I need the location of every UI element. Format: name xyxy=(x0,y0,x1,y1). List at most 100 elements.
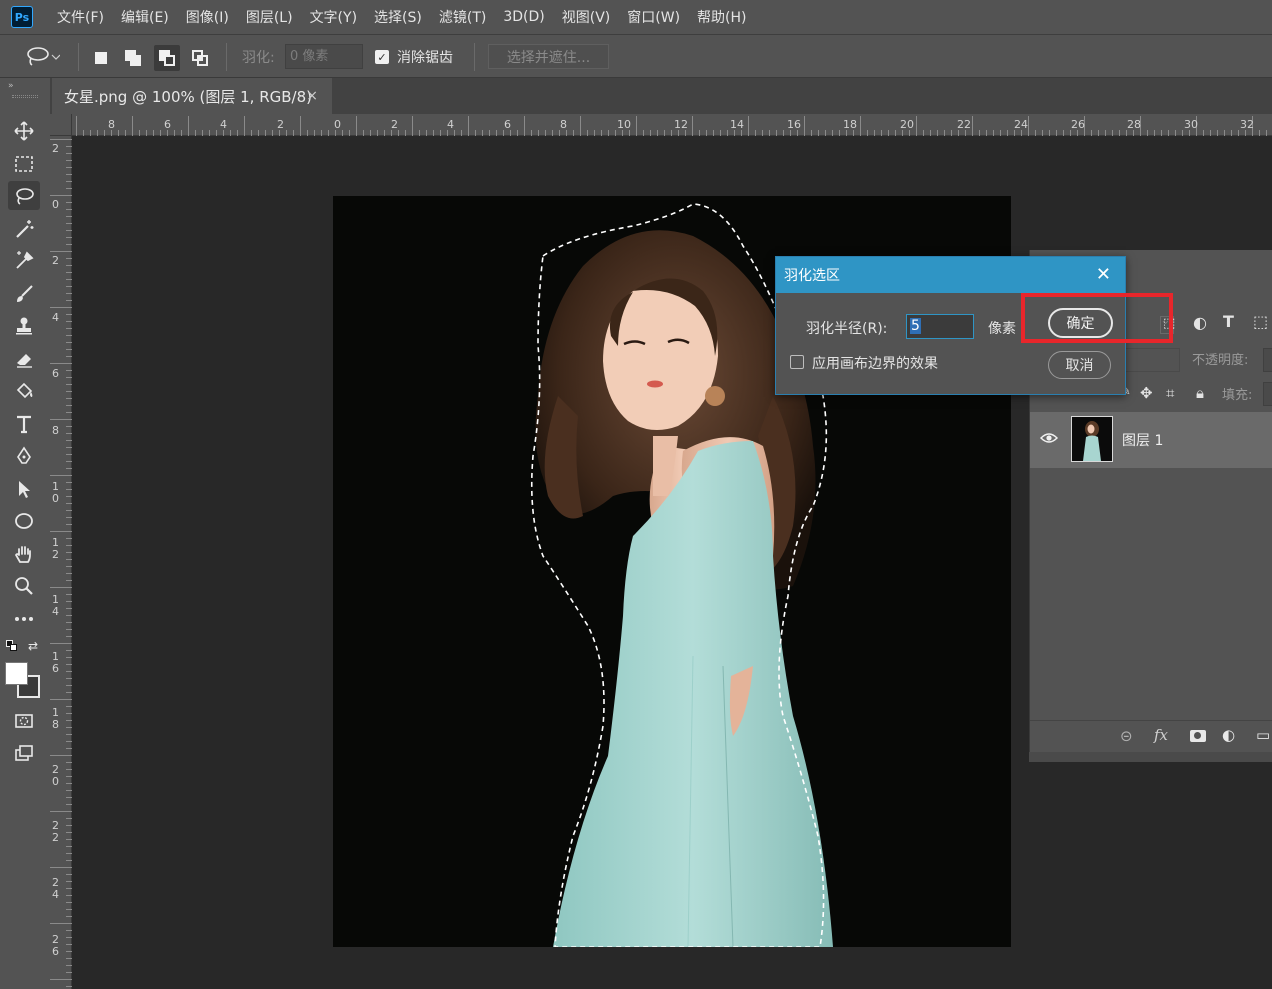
type-tool[interactable] xyxy=(8,409,40,438)
tool-preset-picker[interactable] xyxy=(22,35,60,79)
lock-all-icon[interactable]: 🔒︎ xyxy=(1196,384,1204,402)
ruler-tick xyxy=(66,965,72,966)
marquee-tool[interactable] xyxy=(8,149,40,178)
move-tool[interactable] xyxy=(8,116,40,145)
layer-thumbnail[interactable] xyxy=(1071,416,1113,462)
ruler-tick xyxy=(209,130,210,136)
ruler-tick xyxy=(587,130,588,136)
divider xyxy=(226,43,227,71)
dialog-titlebar[interactable]: 羽化选区 ✕ xyxy=(776,257,1125,293)
ruler-tick xyxy=(83,130,84,136)
grip-icon[interactable] xyxy=(12,95,38,98)
default-colors-icon[interactable] xyxy=(6,640,18,652)
ruler-tick xyxy=(66,601,72,602)
cancel-button[interactable]: 取消 xyxy=(1048,351,1111,379)
ruler-label: 24 xyxy=(1014,118,1028,131)
ruler-tick xyxy=(951,130,952,136)
quick-mask-button[interactable] xyxy=(8,706,40,735)
ellipse-tool[interactable] xyxy=(8,506,40,535)
menu-select[interactable]: 选择(S) xyxy=(374,7,422,27)
folder-icon[interactable]: ▭ xyxy=(1256,726,1270,744)
close-icon[interactable]: × xyxy=(306,88,318,104)
ruler-tick xyxy=(230,130,231,136)
ruler-tick xyxy=(727,130,728,136)
link-icon[interactable]: ⊝ xyxy=(1120,727,1133,745)
ruler-tick xyxy=(601,130,602,136)
close-icon[interactable]: ✕ xyxy=(1096,264,1111,285)
layer-name[interactable]: 图层 1 xyxy=(1122,430,1163,450)
opacity-input[interactable] xyxy=(1263,348,1272,372)
feather-input[interactable]: 0 像素 xyxy=(285,44,363,69)
horizontal-ruler[interactable]: 8 6 4 2 0 2 4 6 8 10 12 14 16 18 20 22 2… xyxy=(72,114,1272,136)
divider xyxy=(78,43,79,71)
menu-help[interactable]: 帮助(H) xyxy=(697,7,746,27)
stamp-tool[interactable] xyxy=(8,311,40,340)
pen-tool[interactable] xyxy=(8,441,40,470)
eyedropper-tool[interactable] xyxy=(8,245,40,274)
fill-input[interactable] xyxy=(1263,382,1272,406)
zoom-tool[interactable] xyxy=(8,571,40,600)
menu-3d[interactable]: 3D(D) xyxy=(503,9,544,25)
document-tab[interactable]: 女星.png @ 100% (图层 1, RGB/8) × xyxy=(52,78,332,114)
apply-canvas-edge-checkbox[interactable] xyxy=(790,355,804,369)
select-and-mask-button[interactable]: 选择并遮住... xyxy=(488,44,609,69)
new-selection-button[interactable] xyxy=(88,45,114,71)
smart-filter-icon[interactable]: ⬚ xyxy=(1253,312,1268,331)
adjustment-icon[interactable]: ◐ xyxy=(1222,726,1235,744)
type-filter-icon[interactable]: T xyxy=(1223,312,1234,331)
layer-row[interactable]: 图层 1 xyxy=(1030,412,1272,468)
add-selection-button[interactable] xyxy=(120,45,146,71)
menu-layer[interactable]: 图层(L) xyxy=(246,7,293,27)
foreground-color-swatch[interactable] xyxy=(5,662,28,685)
ruler-origin[interactable] xyxy=(50,114,72,136)
ruler-tick xyxy=(66,692,72,693)
eraser-tool[interactable] xyxy=(8,344,40,373)
collapse-icon[interactable]: » xyxy=(8,81,14,91)
ruler-tick xyxy=(265,130,266,136)
magic-wand-icon xyxy=(16,219,34,238)
lasso-tool[interactable] xyxy=(8,181,40,210)
screen-mode-button[interactable] xyxy=(8,738,40,767)
menu-type[interactable]: 文字(Y) xyxy=(310,7,357,27)
ruler-label: 4 xyxy=(52,311,59,324)
hand-tool[interactable] xyxy=(8,539,40,568)
magic-wand-tool[interactable] xyxy=(8,214,40,243)
panel-resize-handle[interactable] xyxy=(1029,752,1272,762)
more-tools-button[interactable] xyxy=(8,604,40,633)
eye-icon[interactable] xyxy=(1040,431,1058,445)
antialias-checkbox[interactable]: ✓ xyxy=(375,50,389,64)
menu-file[interactable]: 文件(F) xyxy=(57,7,104,27)
paint-bucket-tool[interactable] xyxy=(8,376,40,405)
ruler-tick xyxy=(66,685,72,686)
ruler-label: 18 xyxy=(52,706,59,731)
menu-filter[interactable]: 滤镜(T) xyxy=(439,7,486,27)
ruler-tick xyxy=(986,130,987,136)
menu-window[interactable]: 窗口(W) xyxy=(627,7,680,27)
mask-icon[interactable] xyxy=(1190,730,1206,742)
shape-filter-icon[interactable]: ◐ xyxy=(1193,313,1207,332)
ruler-tick xyxy=(1007,130,1008,136)
ruler-tick xyxy=(66,706,72,707)
brush-tool[interactable] xyxy=(8,279,40,308)
ruler-tick xyxy=(440,130,441,136)
fill-label: 填充: xyxy=(1222,388,1253,403)
swap-colors-icon[interactable]: ⇄ xyxy=(28,639,38,653)
feather-radius-input[interactable]: 5 xyxy=(906,314,974,339)
menu-edit[interactable]: 编辑(E) xyxy=(121,7,169,27)
menu-view[interactable]: 视图(V) xyxy=(562,7,611,27)
ruler-tick xyxy=(66,650,72,651)
screen-mode-icon xyxy=(15,744,33,761)
subtract-selection-button[interactable] xyxy=(154,45,180,71)
intersect-selection-button[interactable] xyxy=(187,45,213,71)
vertical-ruler[interactable]: 2 0 2 4 6 8 10 12 14 16 18 20 22 24 26 xyxy=(50,136,72,989)
menu-image[interactable]: 图像(I) xyxy=(186,7,229,27)
ruler-tick xyxy=(706,130,707,136)
lock-position-icon[interactable]: ✥ xyxy=(1140,384,1153,402)
blend-mode-select[interactable] xyxy=(1120,348,1180,372)
feather-radius-label: 羽化半径(R): xyxy=(806,321,888,337)
lock-artboard-icon[interactable]: ⌗ xyxy=(1166,384,1174,402)
photoshop-logo[interactable]: Ps xyxy=(11,6,33,28)
path-selection-tool[interactable] xyxy=(8,474,40,503)
ruler-tick xyxy=(66,657,72,658)
fx-icon[interactable]: fx xyxy=(1154,726,1168,744)
